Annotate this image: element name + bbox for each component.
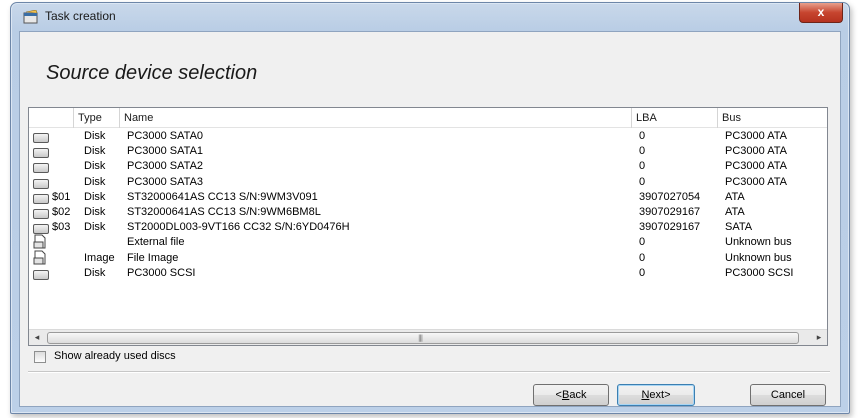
device-name: ST32000641AS CC13 S/N:9WM3V091 — [127, 190, 318, 203]
window-title: Task creation — [45, 9, 116, 23]
device-name: PC3000 SATA0 — [127, 130, 204, 142]
table-row[interactable]: $02 Disk ST32000641AS CC13 S/N:9WM6BM8L 390… — [29, 205, 827, 220]
device-bus: Unknown bus — [725, 236, 792, 249]
back-label: ack — [569, 389, 587, 401]
device-bus: SATA — [725, 221, 753, 234]
drive-icon — [33, 192, 49, 204]
device-bus: PC3000 ATA — [725, 175, 787, 188]
column-header-type[interactable]: Type — [73, 108, 119, 128]
device-type: Disk — [84, 266, 106, 279]
device-type: Disk — [84, 160, 106, 173]
device-name: PC3000 SCSI — [127, 266, 196, 279]
column-header-lba[interactable]: LBA — [631, 108, 711, 128]
page-title: Source device selection — [46, 62, 258, 84]
close-button[interactable]: x — [799, 3, 843, 23]
device-lba: 0 — [639, 145, 646, 158]
drive-icon — [33, 207, 49, 219]
file-icon — [33, 234, 49, 249]
next-suffix: > — [664, 389, 671, 401]
scrollbar-thumb[interactable]: ||| — [47, 332, 799, 344]
device-bus: ATA — [725, 190, 745, 203]
device-lba: 0 — [639, 175, 646, 188]
scroll-left-arrow-icon[interactable]: ◂ — [29, 330, 45, 345]
drive-icon — [33, 146, 49, 159]
file-icon — [33, 250, 49, 265]
dialog-body: Source device selection Type Name LBA Bu… — [19, 31, 841, 407]
table-row[interactable]: Disk PC3000 SATA0 0 PC3000 ATA — [29, 129, 827, 144]
scroll-grip-icon: ||| — [418, 334, 423, 342]
divider — [28, 371, 830, 373]
device-type: Disk — [84, 221, 106, 234]
device-id: $03 — [52, 221, 71, 234]
device-bus: PC3000 SCSI — [725, 266, 794, 279]
column-header-bus[interactable]: Bus — [717, 108, 827, 128]
device-lba: 0 — [639, 266, 646, 279]
device-table[interactable]: Type Name LBA Bus Disk PC3000 SATA0 0 PC300… — [28, 107, 828, 346]
device-id: $01 — [52, 190, 71, 203]
device-name: PC3000 SATA2 — [127, 160, 204, 173]
device-type: Disk — [84, 145, 106, 158]
horizontal-scrollbar[interactable]: ◂ ||| ▸ — [29, 329, 827, 345]
table-row[interactable]: External file 0 Unknown bus — [29, 234, 827, 250]
title-bar[interactable]: Task creation x — [11, 3, 849, 31]
table-row[interactable]: Disk PC3000 SATA2 0 PC3000 ATA — [29, 159, 827, 174]
device-type: Disk — [84, 175, 106, 188]
task-icon — [23, 10, 38, 24]
table-row[interactable]: Disk PC3000 SCSI 0 PC3000 SCSI — [29, 266, 827, 281]
device-type: Disk — [84, 206, 106, 218]
scroll-right-arrow-icon[interactable]: ▸ — [811, 330, 827, 345]
device-name: PC3000 SATA1 — [127, 145, 204, 158]
table-row[interactable]: $01 Disk ST32000641AS CC13 S/N:9WM3V091 390… — [29, 190, 827, 205]
drive-icon — [33, 177, 49, 189]
device-lba: 0 — [639, 251, 646, 264]
device-lba: 0 — [639, 160, 646, 173]
table-row[interactable]: Disk PC3000 SATA1 0 PC3000 ATA — [29, 144, 827, 159]
drive-icon — [33, 131, 49, 143]
next-button[interactable]: Next> — [617, 384, 695, 406]
cancel-button[interactable]: Cancel — [750, 384, 826, 406]
task-creation-window: Task creation x Source device selection … — [10, 2, 850, 414]
device-lba: 0 — [639, 130, 646, 142]
device-type: Image — [84, 251, 115, 264]
device-name: ST2000DL003-9VT166 CC32 S/N:6YD0476H — [127, 221, 350, 234]
device-bus: PC3000 ATA — [725, 145, 787, 158]
device-lba: 0 — [639, 236, 646, 249]
drive-icon — [33, 222, 49, 235]
device-bus: ATA — [725, 206, 745, 218]
device-name: File Image — [127, 251, 179, 264]
table-row[interactable]: $03 Disk ST2000DL003-9VT166 CC32 S/N:6YD04… — [29, 220, 827, 235]
table-header: Type Name LBA Bus — [29, 108, 827, 128]
device-id: $02 — [52, 206, 71, 218]
device-lba: 3907029167 — [639, 221, 701, 234]
device-type: Disk — [84, 190, 106, 203]
device-bus: PC3000 ATA — [725, 160, 787, 173]
device-bus: Unknown bus — [725, 251, 792, 264]
table-row[interactable]: Disk PC3000 SATA3 0 PC3000 ATA — [29, 175, 827, 190]
device-name: ST32000641AS CC13 S/N:9WM6BM8L — [127, 206, 321, 218]
back-button[interactable]: <Back — [533, 384, 609, 406]
next-label: ext — [649, 389, 665, 401]
device-bus: PC3000 ATA — [725, 130, 787, 142]
device-name: External file — [127, 236, 185, 249]
device-lba: 3907027054 — [639, 190, 701, 203]
device-type: Disk — [84, 130, 106, 142]
drive-icon — [33, 268, 49, 280]
drive-icon — [33, 161, 49, 174]
device-name: PC3000 SATA3 — [127, 175, 204, 188]
show-used-discs-label[interactable]: Show already used discs — [54, 350, 176, 362]
show-used-discs-checkbox[interactable] — [34, 351, 46, 363]
table-row[interactable]: Image File Image 0 Unknown bus — [29, 250, 827, 266]
column-header-name[interactable]: Name — [119, 108, 631, 128]
device-lba: 3907029167 — [639, 206, 701, 218]
